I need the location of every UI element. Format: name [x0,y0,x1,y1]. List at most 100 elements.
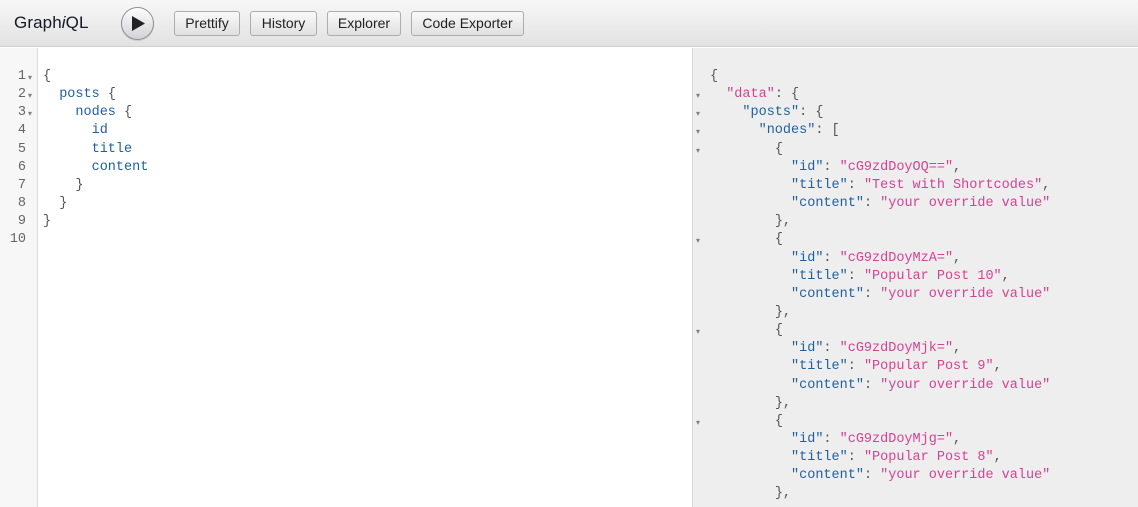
fold-toggle-icon[interactable]: ▾ [28,87,32,105]
result-line: { [710,141,783,159]
code-token: }, [774,486,792,502]
result-line: "content": "your override value" [710,195,1050,213]
execute-query-button[interactable] [121,7,154,40]
code-token: : [823,159,840,175]
code-token: { [43,69,52,84]
fold-toggle-icon[interactable]: ▾ [28,105,32,123]
code-token: } [75,177,84,193]
result-line: { [710,413,783,431]
code-token: "content" [791,377,864,393]
code-token: "your override value" [880,196,1051,212]
fold-toggle-icon[interactable]: ▾ [696,105,700,123]
result-line: "id": "cG9zdDoyMzA=", [710,250,961,268]
code-token: "Popular Post 10" [863,268,1002,284]
code-token: } [59,196,68,212]
code-token: : [863,286,881,302]
code-token: "id" [791,250,824,266]
code-token: "id" [791,159,824,175]
line-number: 7 [17,177,26,193]
history-button[interactable]: History [250,11,317,36]
code-token: , [953,432,962,447]
query-line: content [43,159,149,177]
query-line: id [43,122,108,140]
code-token: , [1001,268,1010,284]
line-number: 9 [17,214,26,230]
result-line: "nodes": [ [710,122,840,140]
result-fold-gutter: ▾ ▾ ▾ ▾ ▾ ▾ ▾ [692,48,706,507]
query-line: } [43,177,84,195]
code-token: "data" [726,87,775,103]
result-line: "posts": { [710,104,823,122]
result-line: }, [710,304,791,322]
code-token: "Popular Post 8" [863,450,994,466]
query-line: posts { [43,86,116,104]
code-exporter-button[interactable]: Code Exporter [411,11,524,36]
code-token: : [847,359,864,375]
code-token: "id" [791,432,824,447]
code-token: "cG9zdDoyMjg=" [839,432,954,447]
explorer-button[interactable]: Explorer [327,11,401,36]
code-token: "cG9zdDoyMjk=" [839,341,954,357]
fold-toggle-icon[interactable]: ▾ [696,142,700,160]
code-token: "title" [791,450,848,466]
code-token: title [91,141,133,157]
code-token: "id" [791,341,824,357]
line-number: 2 [17,87,26,103]
query-line-gutter: 1 2 3 4 5 6 7 8 9 10 ▾ ▾ ▾ [0,48,38,507]
result-line: "data": { [710,86,799,104]
code-token: , [953,250,962,266]
code-token: id [91,123,108,139]
code-token: } [43,214,52,230]
result-line: }, [710,395,791,413]
code-token: , [993,359,1002,375]
fold-toggle-icon[interactable]: ▾ [696,323,700,341]
prettify-button[interactable]: Prettify [174,11,240,36]
code-token: { [710,69,719,84]
code-token: "Test with Shortcodes" [863,177,1043,193]
code-token: posts [59,87,100,103]
code-token: : [863,377,881,393]
result-line: { [710,68,718,86]
fold-toggle-icon[interactable]: ▾ [696,123,700,141]
fold-toggle-icon[interactable]: ▾ [696,232,700,250]
code-token: { [774,323,783,339]
result-line: "id": "cG9zdDoyMjk=", [710,340,961,358]
code-token: { [774,232,783,248]
code-token: "your override value" [880,377,1051,393]
code-token: : [863,196,881,212]
code-token: "posts" [742,105,800,121]
query-editor[interactable]: { posts { nodes { id title content } }} [38,48,692,507]
code-token: : [847,268,864,284]
query-line: { [43,68,51,86]
result-viewer: { "data": { "posts": { "nodes": [ { "id"… [706,48,1138,507]
result-line: "content": "your override value" [710,377,1050,395]
code-token: , [1042,177,1051,193]
code-token: , [953,159,962,175]
toolbar: GraphiQL Prettify History Explorer Code … [0,0,1138,47]
result-line: "id": "cG9zdDoyOQ==", [710,159,961,177]
fold-toggle-icon[interactable]: ▾ [28,69,32,87]
title-suffix: QL [65,13,89,32]
code-token: "nodes" [758,123,816,139]
code-token: "content" [791,196,864,212]
play-icon [132,16,145,31]
code-token: : [ [815,123,840,139]
fold-toggle-icon[interactable]: ▾ [696,414,700,432]
query-line: } [43,213,51,231]
code-token: { [99,87,116,103]
line-number: 5 [17,141,26,157]
result-line: { [710,322,783,340]
title-prefix: Graph [14,13,62,32]
fold-toggle-icon[interactable]: ▾ [696,87,700,105]
code-token: : { [774,87,800,103]
